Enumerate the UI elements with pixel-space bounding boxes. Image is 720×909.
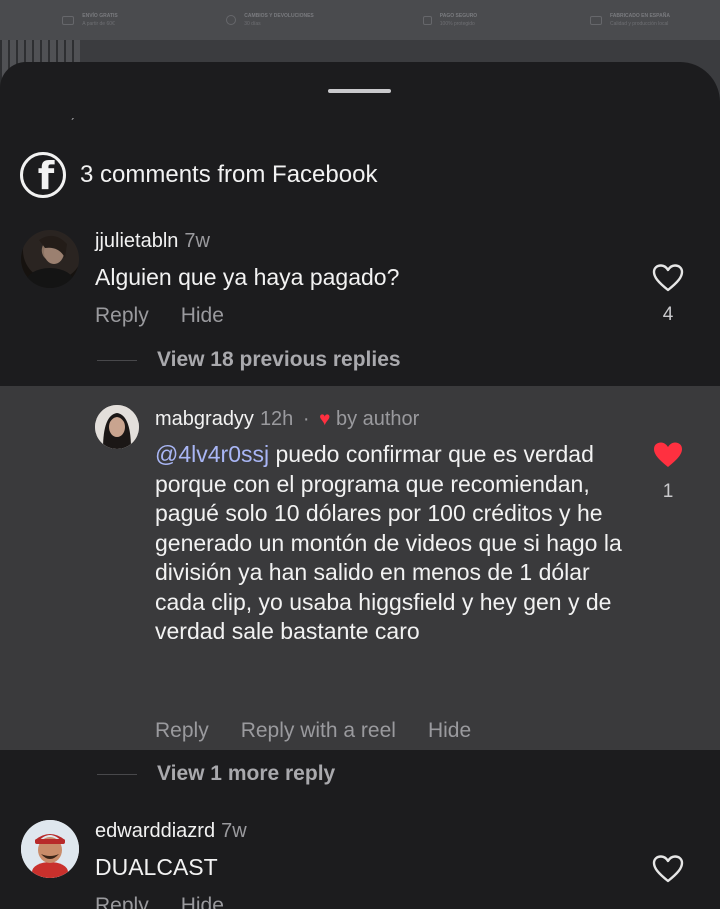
comment-username[interactable]: edwarddiazrd 7w <box>95 820 247 843</box>
comment-actions: Reply Hide <box>95 894 224 909</box>
divider <box>97 359 137 361</box>
like-control: 4 <box>648 264 688 326</box>
facebook-icon: f <box>20 152 66 198</box>
divider <box>97 773 137 775</box>
stray-mark: ˏ <box>70 104 75 120</box>
sheet-grabber[interactable] <box>328 89 391 93</box>
comment-time: 7w <box>221 820 247 842</box>
like-count: 1 <box>662 481 674 502</box>
avatar[interactable] <box>21 230 79 288</box>
author-liked-heart-icon: ♥ <box>319 409 331 430</box>
reply-actions: Reply Reply with a reel Hide <box>155 719 471 743</box>
feature-returns: CAMBIOS Y DEVOLUCIONES 30 días <box>180 0 360 40</box>
comments-sheet: ˏ f 3 comments from Facebook jjulietabln… <box>0 62 720 909</box>
comment-actions: Reply Hide <box>95 304 224 328</box>
reply-button[interactable]: Reply <box>155 719 209 743</box>
hide-button[interactable]: Hide <box>181 304 224 328</box>
feature-bar: ENVÍO GRATIS A partir de 60€ CAMBIOS Y DE… <box>0 0 720 40</box>
avatar-photo <box>26 235 74 288</box>
hide-button[interactable]: Hide <box>428 719 471 743</box>
reply-with-reel-button[interactable]: Reply with a reel <box>241 719 396 743</box>
comment-username[interactable]: jjulietabln 7w <box>95 230 210 253</box>
heart-filled-icon[interactable] <box>652 441 684 469</box>
avatar-photo <box>21 820 79 878</box>
avatar[interactable] <box>21 820 79 878</box>
avatar[interactable] <box>95 405 139 449</box>
feature-shipping: ENVÍO GRATIS A partir de 60€ <box>0 0 180 40</box>
mention-link[interactable]: @4lv4r0ssj <box>155 441 269 467</box>
by-author-label: by author <box>335 408 420 430</box>
comment-text: Alguien que ya haya pagado? <box>95 264 400 290</box>
feature-payment: PAGO SEGURO 100% protegido <box>360 0 540 40</box>
reply-username[interactable]: mabgradyy 12h · ♥ by author <box>155 408 419 431</box>
like-count: 4 <box>662 304 674 325</box>
refresh-icon <box>226 15 237 25</box>
comment-time: 7w <box>184 230 210 252</box>
like-control <box>648 855 688 883</box>
heart-outline-icon[interactable] <box>652 855 684 883</box>
truck-icon <box>62 15 75 25</box>
heart-outline-icon[interactable] <box>652 264 684 292</box>
reply-time: 12h <box>259 408 294 430</box>
sheet-header: f 3 comments from Facebook <box>20 152 377 198</box>
view-previous-replies-button[interactable]: View 18 previous replies <box>97 348 401 372</box>
lock-icon <box>422 15 432 25</box>
comment-text: DUALCAST <box>95 854 218 880</box>
reply-button[interactable]: Reply <box>95 894 149 909</box>
view-more-reply-button[interactable]: View 1 more reply <box>97 762 335 786</box>
feature-made-in-spain: FABRICADO EN ESPAÑA Calidad y producción … <box>540 0 720 40</box>
avatar-photo <box>95 405 139 449</box>
like-control: 1 <box>648 441 688 503</box>
page-title: 3 comments from Facebook <box>80 161 378 188</box>
reply-button[interactable]: Reply <box>95 304 149 328</box>
reply-highlight: mabgradyy 12h · ♥ by author @4lv4r0ssj pu… <box>0 386 720 750</box>
hide-button[interactable]: Hide <box>181 894 224 909</box>
shirt-icon <box>590 15 603 25</box>
reply-text: @4lv4r0ssj puedo confirmar que es verdad… <box>155 441 622 644</box>
